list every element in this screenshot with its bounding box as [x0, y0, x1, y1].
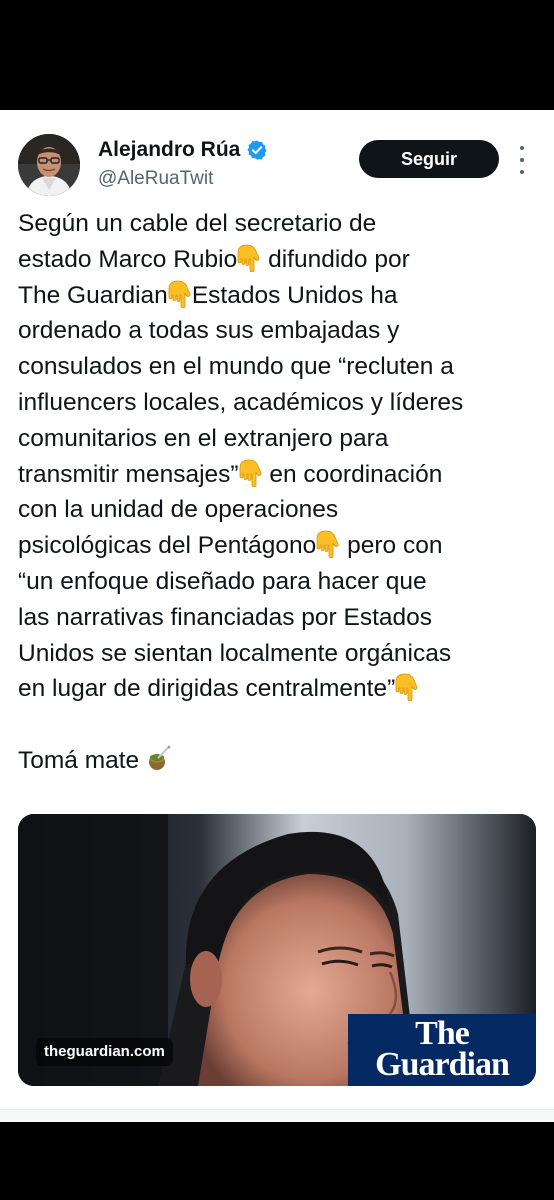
more-options-icon[interactable]	[514, 146, 530, 174]
tweet-line: ordenado a todas sus embajadas y	[18, 317, 400, 345]
guardian-logo: The Guardian	[348, 1014, 536, 1086]
tweet-line: influencers locales, académicos y lídere…	[18, 388, 464, 416]
tweet-line: transmitir mensajes” en coordinación	[18, 459, 443, 488]
link-domain[interactable]: theguardian.com	[36, 1038, 173, 1066]
tweet-line: “un enfoque diseñado para hacer que	[18, 567, 427, 595]
tweet-line: estado Marco Rubio difundido por	[18, 244, 410, 273]
tweet-line: Tomá mate	[18, 743, 538, 779]
avatar[interactable]	[18, 134, 80, 196]
tweet-line: comunitarios en el extranjero para	[18, 424, 389, 452]
mate-icon	[149, 745, 171, 770]
tweet-line: en lugar de dirigidas centralmente”	[18, 671, 538, 707]
verified-badge-icon	[247, 140, 267, 160]
tweet-line: con la unidad de operaciones	[18, 496, 339, 524]
tweet-text: Según un cable del secretario de estado …	[18, 206, 538, 779]
tweet-line: Según un cable del secretario de	[18, 210, 377, 237]
author-name[interactable]: Alejandro Rúa	[98, 138, 268, 162]
backhand-index-pointing-down-icon	[237, 244, 260, 272]
author-handle[interactable]: @AleRuaTwit	[98, 168, 213, 190]
tweet-line: Unidos se sientan localmente orgánicas	[18, 639, 452, 667]
backhand-index-pointing-down-icon	[168, 280, 191, 308]
backhand-index-pointing-down-icon	[239, 459, 262, 487]
paragraph-break	[18, 707, 538, 743]
tweet-bottom-edge	[0, 1109, 554, 1122]
tweet-line: las narrativas financiadas por Estados	[18, 603, 432, 631]
tweet-line: The Guardian Estados Unidos ha	[18, 280, 398, 309]
tweet-line: psicológicas del Pentágono pero con	[18, 530, 443, 560]
tweet-card[interactable]: Alejandro Rúa @AleRuaTwit Seguir Según u…	[0, 110, 554, 1122]
link-preview-card[interactable]: theguardian.com The Guardian	[18, 814, 536, 1086]
follow-button[interactable]: Seguir	[359, 140, 499, 178]
tweet-line: consulados en el mundo que “recluten a	[18, 353, 454, 381]
backhand-index-pointing-down-icon	[316, 530, 339, 559]
backhand-index-pointing-down-icon	[395, 673, 418, 702]
status-bar-area	[0, 0, 554, 110]
author-name-text[interactable]: Alejandro Rúa	[98, 138, 240, 162]
navigation-bar-area	[0, 1122, 554, 1200]
